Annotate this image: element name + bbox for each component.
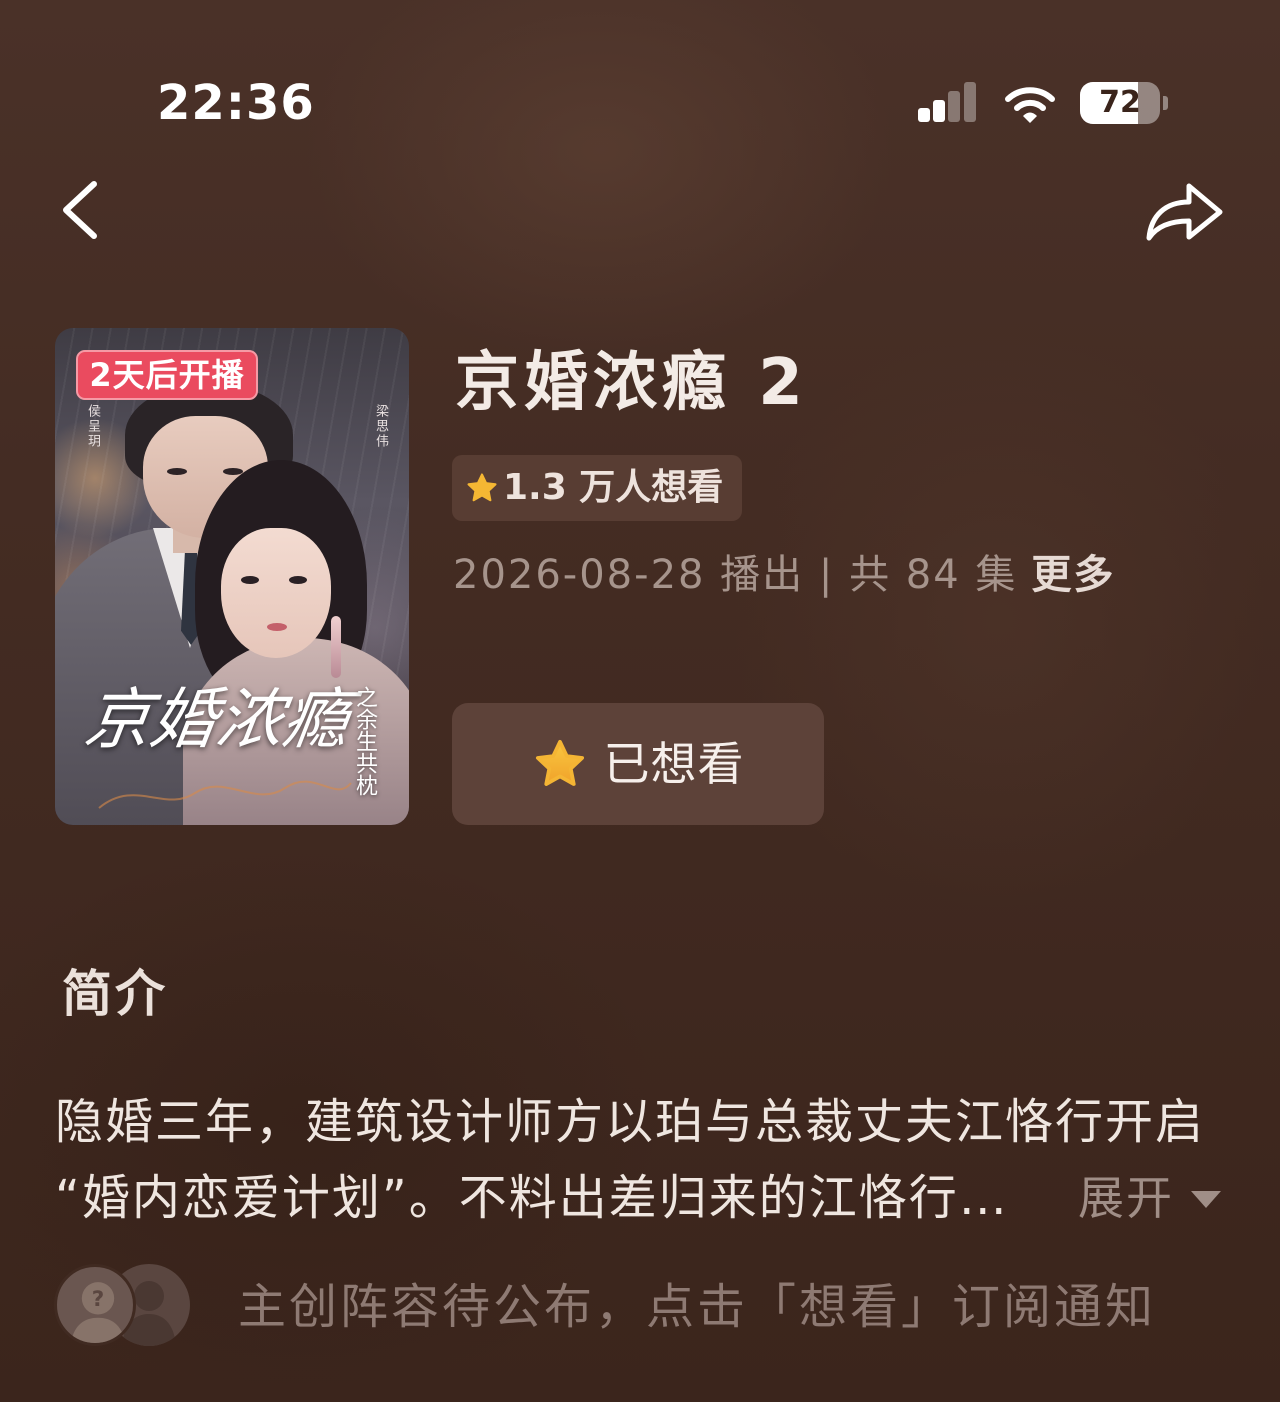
poster-script-flourish [98,780,352,809]
svg-text:?: ? [92,1287,105,1312]
wifi-icon [1005,87,1055,123]
poster-female-lips [267,623,287,631]
synopsis-line: “婚内恋爱计划”。不料出差归来的江恪行… [55,1170,1009,1226]
poster-female-eye [289,576,307,584]
show-poster[interactable]: 侯呈玥 梁思伟 京婚浓瘾 之余生共枕 2天后开播 [55,328,409,825]
status-bar: 22:36 72 [0,0,1280,140]
share-icon[interactable] [1142,176,1226,244]
battery-percentage: 72 [1099,85,1141,120]
avatar-placeholder: ? [54,1264,136,1346]
poster-female-eye [241,576,259,584]
poster-actor-right: 梁思伟 [373,404,388,449]
release-info-text: 2026-08-28 播出 | 共 84 集 [453,552,1018,598]
show-title: 京婚浓瘾 2 [455,346,808,420]
want-count-text: 1.3 万人想看 [503,467,724,508]
poster-actor-left: 侯呈玥 [85,404,100,449]
signal-bar [964,82,976,122]
want-to-watch-button[interactable]: 已想看 [452,703,824,825]
release-info: 2026-08-28 播出 | 共 84 集更多 [453,550,1115,600]
back-button[interactable] [56,176,104,244]
intro-heading: 简介 [62,965,168,1023]
poster-earring [331,616,341,678]
signal-bar [948,91,960,122]
more-link[interactable]: 更多 [1031,552,1115,598]
premiere-countdown-badge: 2天后开播 [76,350,258,400]
cast-announcement-notice: 主创阵容待公布，点击「想看」订阅通知 [238,1279,1157,1335]
battery-body: 72 [1080,82,1160,124]
star-icon [467,473,497,502]
synopsis-line: 隐婚三年，建筑设计师方以珀与总裁丈夫江恪行开启 [55,1094,1206,1150]
expand-synopsis-button[interactable]: 展开 [1078,1168,1174,1228]
cellular-signal-icon [918,82,980,122]
poster-female-face [221,528,331,658]
want-to-watch-label[interactable]: 已想看 [604,736,745,792]
share-button[interactable] [1142,176,1226,244]
chevron-left-icon[interactable] [56,176,104,244]
star-icon[interactable] [532,736,588,792]
poster-male-eye [167,468,187,475]
status-time: 22:36 [157,75,315,131]
poster-art-title: 京婚浓瘾 [79,681,355,758]
signal-bar [933,100,945,122]
signal-bar [918,108,930,122]
battery-nub [1163,96,1168,110]
poster-art-subtitle: 之余生共枕 [352,686,377,796]
caret-down-icon[interactable] [1191,1191,1221,1208]
want-count-badge: 1.3 万人想看 [452,455,742,521]
battery-icon: 72 [1080,82,1170,124]
